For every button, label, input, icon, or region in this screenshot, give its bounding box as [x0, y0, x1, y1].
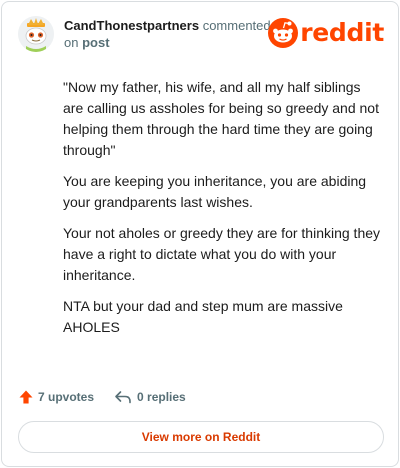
reddit-wordmark: reddit: [300, 18, 384, 47]
on-text: on: [64, 35, 79, 50]
comment-paragraph: NTA but your dad and step mum are massiv…: [63, 298, 343, 335]
upvotes-button[interactable]: 7 upvotes: [18, 389, 94, 405]
upvotes-count: 7 upvotes: [38, 390, 95, 404]
byline: CandThonestpartners commented on post: [64, 17, 271, 51]
replies-button[interactable]: 0 replies: [114, 389, 186, 405]
comment-header: CandThonestpartners commented on post re…: [18, 14, 384, 58]
post-link[interactable]: post: [82, 35, 109, 50]
view-more-on-reddit-button[interactable]: View more on Reddit: [18, 421, 384, 453]
comment-embed-card: CandThonestpartners commented on post re…: [1, 1, 399, 467]
commented-text: commented: [202, 18, 271, 33]
replies-count: 0 replies: [137, 390, 186, 404]
comment-paragraph: Your not aholes or greedy they are for t…: [63, 225, 381, 283]
reply-arrow-icon: [115, 391, 131, 404]
comment-paragraph: "Now my father, his wife, and all my hal…: [63, 79, 379, 158]
avatar[interactable]: [18, 16, 54, 52]
username-link[interactable]: CandThonestpartners: [64, 18, 199, 33]
snoo-avatar-icon: [18, 16, 54, 52]
upvote-arrow-icon: [19, 390, 33, 404]
comment-body: "Now my father, his wife, and all my hal…: [63, 77, 383, 348]
comment-paragraph: You are keeping you inheritance, you are…: [63, 173, 367, 210]
reddit-logo[interactable]: reddit: [268, 18, 384, 48]
reddit-snoo-icon: [268, 18, 299, 48]
comment-actions: 7 upvotes 0 replies: [18, 387, 186, 407]
